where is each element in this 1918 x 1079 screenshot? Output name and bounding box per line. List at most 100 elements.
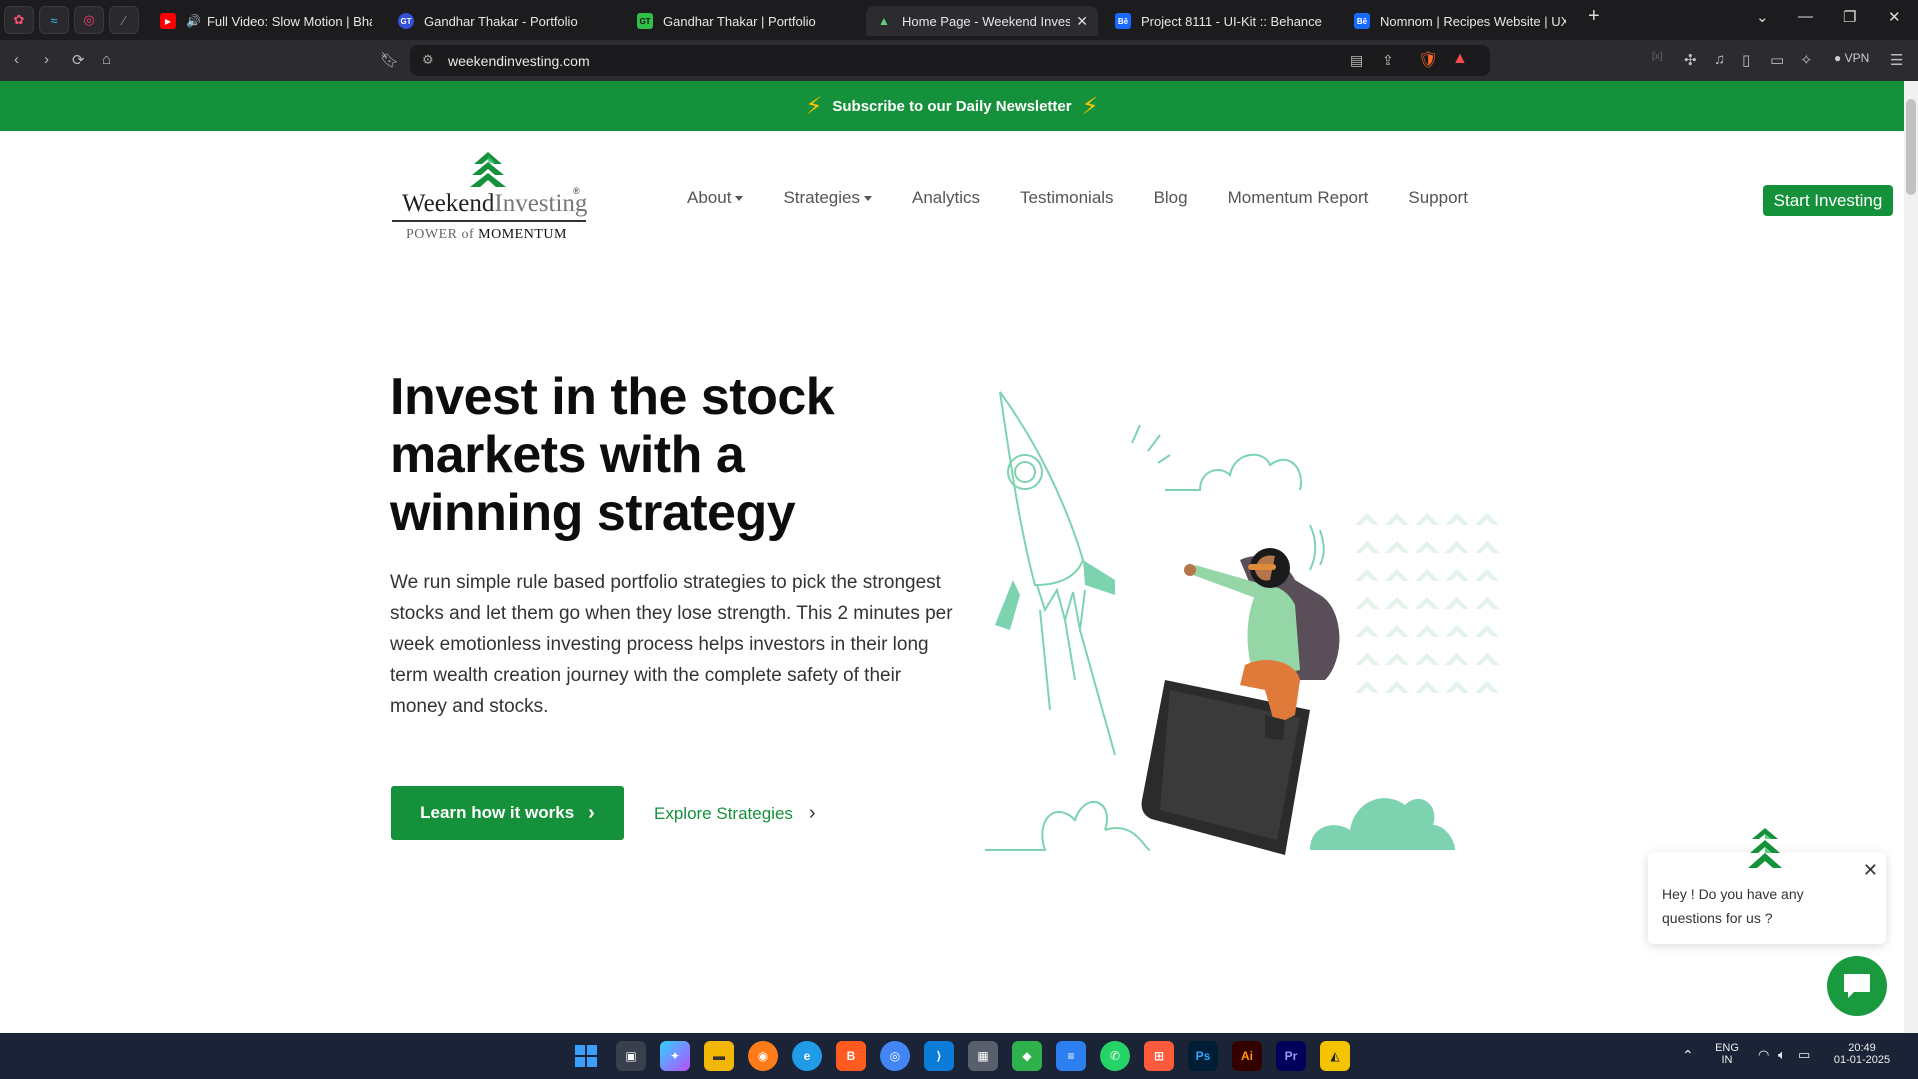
home-icon[interactable]: ⌂	[102, 51, 111, 68]
new-tab-icon[interactable]: +	[1588, 5, 1600, 28]
extension-icon[interactable]: [x]	[1652, 51, 1663, 62]
tab-behance-2[interactable]: Bē Nomnom | Recipes Website | UX/UI	[1344, 6, 1576, 36]
site-logo[interactable]: WeekendInvesting ® POWER of MOMENTUM	[390, 150, 590, 250]
link-label: Explore Strategies	[654, 803, 793, 823]
start-menu-icon[interactable]	[571, 1041, 601, 1071]
tab-behance-1[interactable]: Bē Project 8111 - UI-Kit :: Behance	[1105, 6, 1337, 36]
scrollbar-thumb[interactable]	[1906, 99, 1916, 195]
learn-how-it-works-button[interactable]: Learn how it works ›	[391, 786, 624, 840]
illustrator-icon[interactable]: Ai	[1232, 1041, 1262, 1071]
copilot-icon[interactable]: ✦	[660, 1041, 690, 1071]
nav-label: Strategies	[783, 188, 860, 207]
region-code: IN	[1721, 1054, 1733, 1066]
pinned-tab-figma[interactable]: ✿	[4, 6, 34, 34]
premiere-icon[interactable]: Pr	[1276, 1041, 1306, 1071]
nav-item-momentum-report[interactable]: Momentum Report	[1228, 188, 1369, 208]
brave-icon[interactable]: B	[836, 1041, 866, 1071]
clock-date: 01-01-2025	[1833, 1054, 1891, 1066]
newsletter-banner[interactable]: ⚡︎ Subscribe to our Daily Newsletter ⚡︎	[0, 81, 1904, 131]
nav-item-about[interactable]: About	[687, 188, 744, 208]
tab-youtube[interactable]: ▶ 🔊 Full Video: Slow Motion | Bharat	[150, 6, 382, 36]
task-view-icon[interactable]: ▣	[616, 1041, 646, 1071]
calculator-icon[interactable]: ▦	[968, 1041, 998, 1071]
start-investing-button[interactable]: Start Investing	[1763, 185, 1893, 216]
reload-icon[interactable]: ⟳	[72, 51, 85, 69]
sidebar-icon[interactable]: ▯	[1742, 51, 1750, 69]
browser-toolbar: ‹ › ⟳ ⌂ 🔖︎ ⚙︎ weekendinvesting.com ▤ ⇪ 🛡…	[0, 40, 1918, 81]
wave-icon: ≈	[50, 12, 58, 28]
nav-item-blog[interactable]: Blog	[1154, 188, 1188, 208]
brave-rewards-icon[interactable]: ▲	[1452, 50, 1468, 68]
bookmark-icon[interactable]: 🔖︎	[380, 51, 399, 69]
logo-divider	[392, 220, 586, 222]
leo-ai-icon[interactable]: ✧	[1800, 51, 1813, 69]
nav-item-analytics[interactable]: Analytics	[912, 188, 980, 208]
tab-portfolio-1[interactable]: GT Gandhar Thakar - Portfolio	[388, 6, 620, 36]
file-explorer-icon[interactable]: ▬	[704, 1041, 734, 1071]
app-icon[interactable]: ◭	[1320, 1041, 1350, 1071]
lightning-icon: ⚡︎	[805, 92, 823, 120]
chevron-right-icon: ›	[808, 802, 816, 824]
nav-item-strategies[interactable]: Strategies	[783, 188, 872, 208]
firefox-icon[interactable]: ◉	[748, 1041, 778, 1071]
tab-list-chevron-icon[interactable]: ⌄	[1756, 8, 1769, 26]
photoshop-icon[interactable]: Ps	[1188, 1041, 1218, 1071]
tab-weekend-investing[interactable]: ▲ Home Page - Weekend Investing ✕	[866, 6, 1098, 36]
slash-icon: ⁄	[122, 12, 126, 28]
chrome-icon[interactable]: ◎	[880, 1041, 910, 1071]
speaker-icon: 🔊	[186, 14, 201, 28]
puzzle-icon[interactable]: ✣	[1684, 51, 1697, 69]
app-icon[interactable]: ◆	[1012, 1041, 1042, 1071]
clock[interactable]: 20:49 01-01-2025	[1822, 1042, 1902, 1066]
logo-word-weekend: Weekend	[402, 190, 495, 217]
tab-portfolio-2[interactable]: GT Gandhar Thakar | Portfolio	[627, 6, 859, 36]
tab-title: Project 8111 - UI-Kit :: Behance	[1141, 13, 1322, 29]
rocket-illustration	[985, 391, 1499, 855]
battery-icon[interactable]: ▭	[1798, 1047, 1810, 1063]
windows-taskbar: ▣ ✦ ▬ ◉ e B ◎ ⟩ ▦ ◆ ≡ ✆ ⊞ Ps Ai Pr ◭ ⌃ E…	[0, 1033, 1918, 1079]
newsletter-text: Subscribe to our Daily Newsletter	[832, 97, 1072, 115]
chevron-pattern	[1355, 513, 1499, 693]
vpn-button[interactable]: ● VPN	[1834, 51, 1869, 65]
pinned-tab-tailwind[interactable]: ≈	[39, 6, 69, 34]
whatsapp-icon[interactable]: ✆	[1100, 1041, 1130, 1071]
pinned-tab-app[interactable]: ◎	[74, 6, 104, 34]
chat-message: Hey ! Do you have any questions for us ?	[1662, 886, 1804, 926]
page-scrollbar[interactable]	[1904, 81, 1918, 1033]
volume-icon[interactable]: 🔈︎	[1778, 1047, 1786, 1063]
close-chat-icon[interactable]: ✕	[1863, 860, 1878, 881]
forward-icon[interactable]: ›	[44, 51, 49, 68]
tab-title: Home Page - Weekend Investing	[902, 13, 1071, 29]
nav-item-support[interactable]: Support	[1408, 188, 1468, 208]
wifi-icon[interactable]: ◠	[1758, 1047, 1769, 1063]
close-window-icon[interactable]: ✕	[1888, 8, 1901, 26]
chevron-up-icon[interactable]: ⌃	[1682, 1047, 1694, 1064]
brave-shields-icon[interactable]: 🛡︎	[1418, 50, 1438, 70]
notepad-icon[interactable]: ≡	[1056, 1041, 1086, 1071]
menu-icon[interactable]: ☰	[1890, 51, 1903, 69]
minimize-icon[interactable]: —	[1798, 8, 1813, 25]
music-icon[interactable]: ♫	[1714, 51, 1725, 68]
language-indicator[interactable]: ENG IN	[1712, 1042, 1742, 1066]
wallet-icon[interactable]: ▭	[1770, 51, 1784, 69]
app-store-icon[interactable]: ⊞	[1144, 1041, 1174, 1071]
site-info-icon[interactable]: ⚙︎	[422, 52, 434, 68]
address-bar[interactable]: ⚙︎ weekendinvesting.com ▤ ⇪ 🛡︎ ▲	[410, 45, 1490, 76]
chevron-right-icon: ›	[588, 801, 595, 824]
edge-icon[interactable]: e	[792, 1041, 822, 1071]
reader-mode-icon[interactable]: ▤	[1350, 52, 1363, 69]
vscode-icon[interactable]: ⟩	[924, 1041, 954, 1071]
windows-logo-icon	[575, 1045, 597, 1067]
back-icon[interactable]: ‹	[14, 51, 19, 68]
chat-launcher-button[interactable]	[1827, 956, 1887, 1016]
explore-strategies-link[interactable]: Explore Strategies ›	[654, 802, 816, 825]
nav-item-testimonials[interactable]: Testimonials	[1020, 188, 1114, 208]
restore-icon[interactable]: ❐	[1843, 8, 1856, 26]
lightning-icon: ⚡︎	[1081, 92, 1099, 120]
logo-tagline-momentum: MOMENTUM	[478, 227, 567, 242]
hero-description: We run simple rule based portfolio strat…	[390, 572, 953, 717]
close-tab-icon[interactable]: ✕	[1076, 13, 1088, 30]
share-icon[interactable]: ⇪	[1382, 52, 1394, 69]
logo-wordmark: WeekendInvesting	[402, 190, 587, 218]
pinned-tab-app2[interactable]: ⁄	[109, 6, 139, 34]
